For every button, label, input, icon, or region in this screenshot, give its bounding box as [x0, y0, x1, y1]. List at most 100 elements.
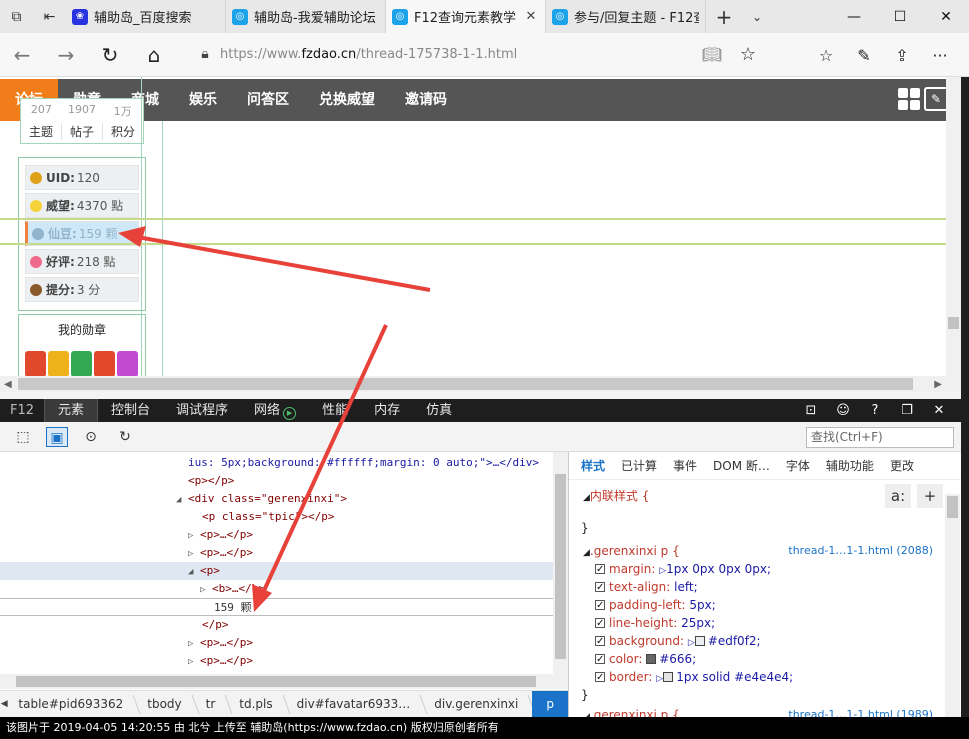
browser-tab-active[interactable]: ◎ F12查询元素教学 ✕ — [386, 0, 546, 33]
chevron-down-icon[interactable]: ⌄ — [742, 0, 772, 33]
stat-label-points[interactable]: 积分 — [103, 123, 143, 140]
tab-changes[interactable]: 更改 — [890, 457, 914, 474]
style-prop[interactable]: margin: ▷1px 0px 0px 0px; — [569, 560, 947, 579]
tab-debugger[interactable]: 调试程序 — [163, 399, 241, 422]
browser-tab[interactable]: ◎ 辅助岛-我爱辅助论坛 — [226, 0, 386, 33]
style-prop[interactable]: background: ▷#edf0f2; — [569, 632, 947, 651]
browser-tab[interactable]: ❀ 辅助岛_百度搜索 — [66, 0, 226, 33]
rule-selector[interactable]: ◢.gerenxinxi p {thread-1…1-1.html (1989) — [569, 706, 947, 717]
checkbox[interactable] — [595, 615, 605, 633]
dom-search-input[interactable]: 查找(Ctrl+F) — [806, 427, 954, 448]
tab-memory[interactable]: 内存 — [361, 399, 413, 422]
tab-elements[interactable]: 元素 — [44, 399, 99, 422]
chevron-left-icon[interactable]: ◀ — [0, 699, 8, 709]
checkbox[interactable] — [595, 669, 605, 687]
rule-selector[interactable]: ◢.gerenxinxi p {thread-1…1-1.html (2088) — [569, 542, 947, 560]
color-swatch[interactable] — [694, 636, 705, 646]
tab-console[interactable]: 控制台 — [98, 399, 163, 422]
dom-line[interactable]: ▷ <p>…</p> — [0, 652, 553, 670]
style-prop[interactable]: padding-left: 5px; — [569, 596, 947, 615]
dom-line-selected[interactable]: ◢ <p> — [0, 562, 553, 580]
color-picker-icon[interactable]: ⊙ — [80, 427, 102, 447]
select-element-icon[interactable]: ⬚ — [12, 427, 34, 447]
checkbox[interactable] — [595, 579, 605, 597]
tab-network[interactable]: 网络 ▶ — [241, 399, 309, 422]
checkbox[interactable] — [595, 651, 605, 669]
dom-line[interactable]: <p></p> — [0, 472, 553, 490]
breadcrumb-item[interactable]: tbody — [137, 691, 195, 718]
scroll-right-icon[interactable]: ▶ — [934, 379, 942, 390]
grid-icon[interactable] — [898, 88, 920, 110]
highlight-element-icon[interactable]: ▣ — [46, 427, 68, 447]
tab-fonts[interactable]: 字体 — [786, 457, 810, 474]
dom-text-node[interactable]: 159 颗 — [0, 598, 553, 616]
breadcrumb-item[interactable]: td.pls — [229, 691, 286, 718]
scroll-left-icon[interactable]: ◀ — [4, 379, 12, 390]
nav-item-exchange[interactable]: 兑换威望 — [304, 79, 390, 121]
inline-style-rule[interactable]: ◢内联样式 { — [569, 487, 947, 505]
checkbox[interactable] — [595, 597, 605, 615]
dom-vertical-scrollbar[interactable] — [553, 452, 568, 674]
set-aside-tabs-icon[interactable]: ⇤ — [33, 0, 66, 33]
console-icon[interactable]: ⊡ — [795, 399, 827, 422]
dom-line[interactable]: <p class="tpic"></p> — [0, 508, 553, 526]
reading-view-icon[interactable]: 📖︎ — [702, 45, 722, 64]
color-swatch[interactable] — [646, 654, 657, 664]
rule-source-link[interactable]: thread-1…1-1.html (1989) — [788, 706, 933, 717]
nav-item-qa[interactable]: 问答区 — [232, 79, 304, 121]
favorite-star-icon[interactable]: ☆ — [740, 44, 756, 65]
dom-line[interactable]: ▷ <p>…</p> — [0, 634, 553, 652]
style-prop[interactable]: color: #666; — [569, 650, 947, 669]
medal-icon[interactable] — [25, 351, 46, 376]
new-tab-button[interactable]: + — [706, 0, 742, 33]
refresh-button[interactable]: ↻ — [88, 35, 132, 75]
tab-computed[interactable]: 已计算 — [621, 457, 657, 474]
close-window-button[interactable]: ✕ — [923, 0, 969, 33]
minimize-button[interactable]: — — [831, 0, 877, 33]
close-devtools-icon[interactable]: ✕ — [923, 399, 955, 422]
style-prop[interactable]: line-height: 25px; — [569, 614, 947, 633]
nav-item-invite[interactable]: 邀请码 — [390, 79, 462, 121]
style-prop[interactable]: border: ▷1px solid #e4e4e4; — [569, 668, 947, 687]
medal-icon[interactable] — [117, 351, 138, 376]
nav-item-fun[interactable]: 娱乐 — [174, 79, 232, 121]
medal-icon[interactable] — [94, 351, 115, 376]
tab-events[interactable]: 事件 — [673, 457, 697, 474]
page-vertical-scrollbar[interactable] — [946, 77, 961, 377]
tab-emulation[interactable]: 仿真 — [413, 399, 465, 422]
tab-dom-breakpoints[interactable]: DOM 断… — [713, 457, 770, 474]
medal-icon[interactable] — [48, 351, 69, 376]
close-icon[interactable]: ✕ — [523, 9, 539, 24]
browser-tab[interactable]: ◎ 参与/回复主题 - F12查 — [546, 0, 706, 33]
share-icon[interactable]: ⇪ — [883, 39, 921, 71]
medal-icon[interactable] — [71, 351, 92, 376]
pen-icon[interactable]: ✎ — [845, 39, 883, 71]
dom-line[interactable]: ius: 5px;background: #ffffff;margin: 0 a… — [0, 454, 553, 472]
tab-overview-icon[interactable]: ⧉ — [0, 0, 33, 33]
devtools-resize-handle[interactable] — [0, 392, 961, 399]
styles-vertical-scrollbar[interactable] — [945, 494, 960, 717]
dom-line[interactable]: ◢ <div class="gerenxinxi"> — [0, 490, 553, 508]
breadcrumb-item[interactable]: tr — [196, 691, 230, 718]
rule-source-link[interactable]: thread-1…1-1.html (2088) — [788, 542, 933, 560]
tab-styles[interactable]: 样式 — [581, 457, 605, 474]
feedback-icon[interactable]: ☺ — [827, 399, 859, 422]
dom-horizontal-scrollbar[interactable] — [0, 674, 568, 689]
help-icon[interactable]: ? — [859, 399, 891, 422]
stat-label-topics[interactable]: 主题 — [21, 123, 62, 140]
undock-icon[interactable]: ❐ — [891, 399, 923, 422]
breadcrumb-item[interactable]: div.gerenxinxi — [424, 691, 532, 718]
checkbox[interactable] — [595, 561, 605, 579]
page-horizontal-scrollbar[interactable]: ◀ ▶ — [0, 376, 946, 392]
refresh-dom-icon[interactable]: ↻ — [114, 427, 136, 447]
breadcrumb-item[interactable]: table#pid693362 — [8, 691, 137, 718]
forward-button[interactable]: → — [44, 35, 88, 75]
tab-performance[interactable]: 性能 — [309, 399, 361, 422]
maximize-button[interactable]: ☐ — [877, 0, 923, 33]
favorites-icon[interactable]: ☆ — [807, 39, 845, 71]
breadcrumb-item[interactable]: div#favatar6933… — [287, 691, 425, 718]
breadcrumb-item-current[interactable]: p — [532, 690, 568, 718]
home-button[interactable]: ⌂ — [132, 35, 176, 75]
dom-line[interactable]: ▷ <p>…</p> — [0, 526, 553, 544]
style-prop[interactable]: text-align: left; — [569, 578, 947, 597]
